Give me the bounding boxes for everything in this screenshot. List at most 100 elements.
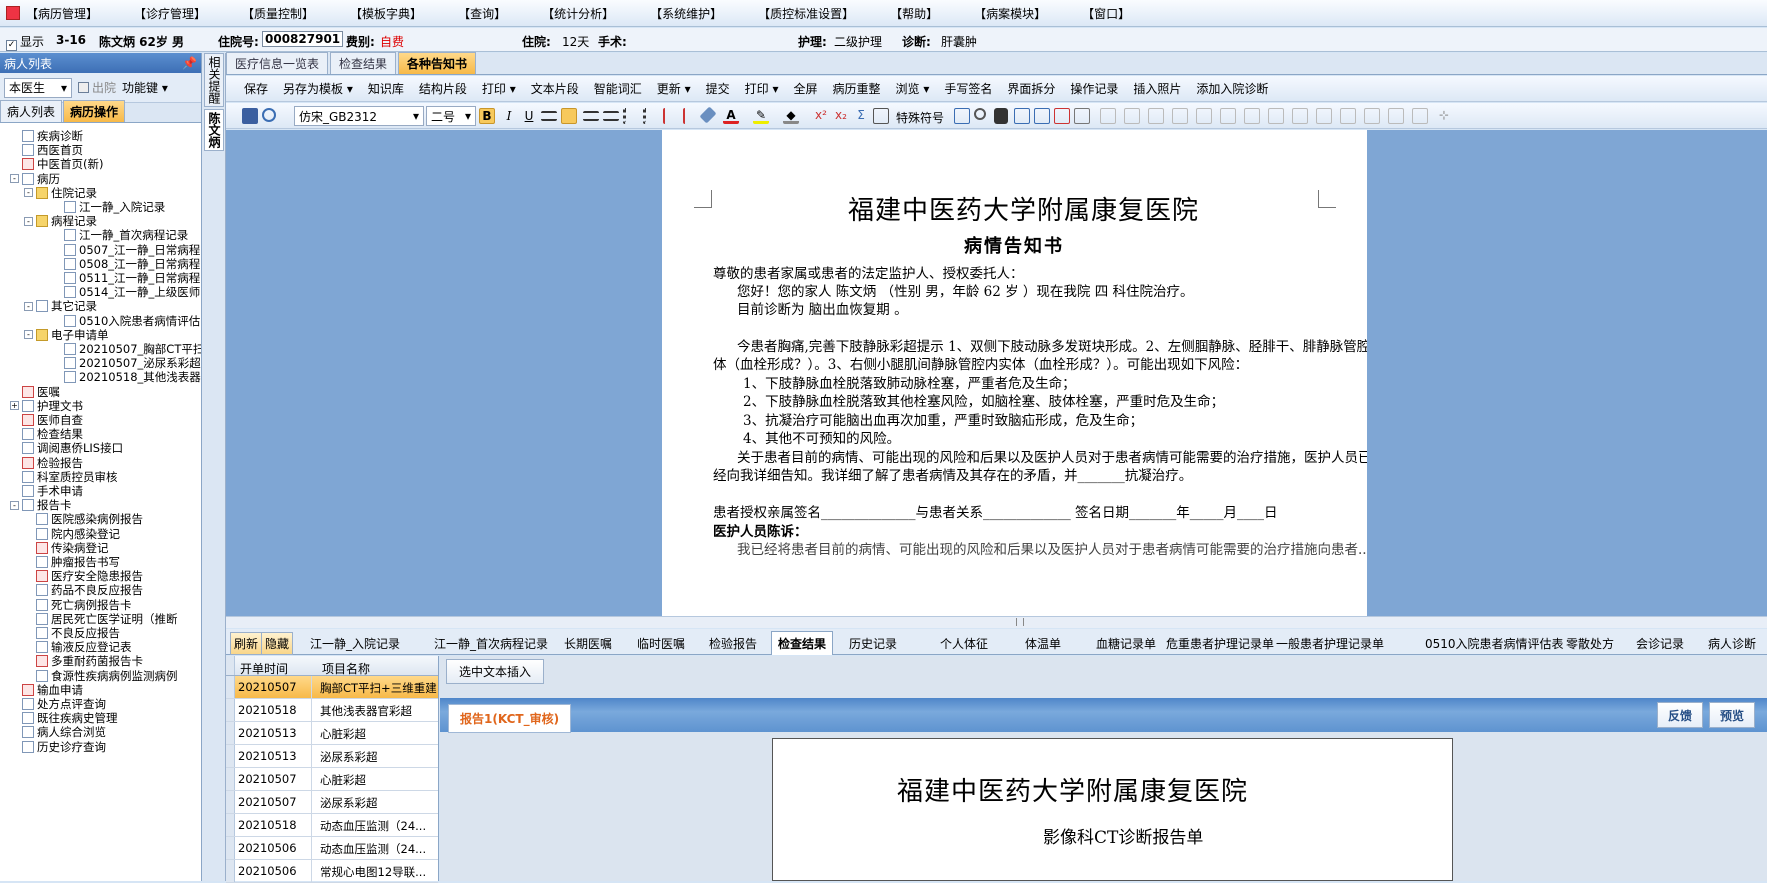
refresh-button[interactable]: 刷新 bbox=[230, 632, 263, 655]
feedback-button[interactable]: 反馈 bbox=[1657, 702, 1704, 728]
print-button[interactable]: 打印 ▾ bbox=[482, 80, 516, 97]
align-center-icon[interactable] bbox=[561, 108, 577, 124]
save-icon[interactable] bbox=[242, 108, 258, 124]
structured-fragment-button[interactable]: 结构片段 bbox=[419, 80, 467, 97]
tree-item[interactable]: 处方点评查询 bbox=[22, 697, 106, 711]
text-fragment-button[interactable]: 文本片段 bbox=[531, 80, 579, 97]
table-row[interactable]: 20210507 泌尿系彩超 bbox=[226, 791, 438, 814]
menu-qc-standard[interactable]: 【质控标准设置】 bbox=[758, 5, 854, 22]
insert-row-above-icon[interactable] bbox=[1220, 108, 1236, 124]
fill-color-icon[interactable]: ◆ bbox=[783, 108, 799, 124]
menu-quality[interactable]: 【质量控制】 bbox=[242, 5, 314, 22]
bottom-tab[interactable]: 病人诊断 bbox=[1708, 635, 1756, 652]
tree-item[interactable]: 医嘱 bbox=[22, 385, 60, 399]
table-resize-icon[interactable] bbox=[1412, 108, 1428, 124]
update-button[interactable]: 更新 ▾ bbox=[657, 80, 691, 97]
italic-icon[interactable]: I bbox=[501, 108, 517, 124]
tree-item[interactable]: 手术申请 bbox=[22, 484, 83, 498]
cell-align-icon[interactable] bbox=[1340, 108, 1356, 124]
tree-item[interactable]: 既往疾病史管理 bbox=[22, 711, 118, 725]
handwritten-signature-button[interactable]: 手写签名 bbox=[944, 80, 992, 97]
tree-item[interactable]: 20210507_泌尿系彩超 bbox=[64, 356, 201, 370]
tree-item[interactable]: 医师自查 bbox=[22, 413, 83, 427]
table-row[interactable]: 20210507 心脏彩超 bbox=[226, 768, 438, 791]
insert-selected-text-button[interactable]: 选中文本插入 bbox=[446, 659, 545, 684]
tree-item[interactable]: 检查结果 bbox=[22, 427, 83, 441]
subscript-icon[interactable]: x₂ bbox=[833, 108, 849, 124]
merge-cells-icon[interactable] bbox=[1148, 108, 1164, 124]
tree-item[interactable]: - 病历 bbox=[10, 172, 60, 186]
table-icon[interactable] bbox=[873, 108, 889, 124]
bottom-tab[interactable]: 检查结果 bbox=[771, 631, 834, 655]
smart-vocab-button[interactable]: 智能词汇 bbox=[594, 80, 642, 97]
table-col-icon[interactable] bbox=[1124, 108, 1140, 124]
tree-item[interactable]: 输血申请 bbox=[22, 683, 83, 697]
print-button-2[interactable]: 打印 ▾ bbox=[745, 80, 779, 97]
tab-medical-overview[interactable]: 医疗信息一览表 bbox=[226, 52, 329, 74]
tree-item[interactable]: 不良反应报告 bbox=[36, 626, 120, 640]
insert-table-icon[interactable] bbox=[1034, 108, 1050, 124]
tab-patient-list[interactable]: 病人列表 bbox=[0, 100, 63, 122]
formula-icon[interactable]: Σ bbox=[853, 108, 869, 124]
collapse-icon[interactable]: - bbox=[10, 174, 19, 184]
tree-item[interactable]: 西医首页 bbox=[22, 143, 83, 157]
preview-button[interactable]: 预览 bbox=[1709, 702, 1756, 728]
font-size-select[interactable]: 二号 ▾ bbox=[426, 106, 476, 126]
collapse-icon[interactable]: - bbox=[24, 301, 33, 311]
table-row[interactable]: 20210513 泌尿系彩超 bbox=[226, 745, 438, 768]
delete-row-icon[interactable] bbox=[1268, 108, 1284, 124]
font-color-icon[interactable]: A bbox=[723, 108, 739, 124]
bold-icon[interactable]: B bbox=[479, 108, 495, 124]
function-key-menu[interactable]: 功能键 ▾ bbox=[122, 79, 168, 96]
bottom-tab[interactable]: 长期医嘱 bbox=[564, 635, 612, 652]
operation-log-button[interactable]: 操作记录 bbox=[1070, 80, 1118, 97]
fullscreen-button[interactable]: 全屏 bbox=[793, 80, 817, 97]
delete-table-icon[interactable] bbox=[1054, 108, 1070, 124]
superscript-icon[interactable]: x² bbox=[813, 108, 829, 124]
tree-item[interactable]: 0514_江一静_上级医师 bbox=[64, 285, 200, 299]
expand-icon[interactable]: + bbox=[10, 401, 19, 411]
hide-button[interactable]: 隐藏 bbox=[261, 632, 294, 655]
bottom-tab[interactable]: 会诊记录 bbox=[1636, 635, 1684, 652]
tree-item[interactable]: - 其它记录 bbox=[24, 299, 97, 313]
tab-report-1[interactable]: 报告1(KCT_审核) bbox=[448, 704, 572, 733]
bottom-tab[interactable]: 个人体征 bbox=[940, 635, 988, 652]
delete-col-icon[interactable] bbox=[1292, 108, 1308, 124]
tree-item[interactable]: 医院感染病例报告 bbox=[36, 512, 143, 526]
table-delete-icon[interactable] bbox=[1388, 108, 1404, 124]
bottom-tab[interactable]: 历史记录 bbox=[849, 635, 897, 652]
save-button[interactable]: 保存 bbox=[244, 80, 268, 97]
knowledge-base-button[interactable]: 知识库 bbox=[368, 80, 404, 97]
show-checkbox[interactable]: ✓ 显示 bbox=[6, 33, 44, 51]
bottom-tab[interactable]: 临时医嘱 bbox=[637, 635, 685, 652]
insert-row-below-icon[interactable] bbox=[1244, 108, 1260, 124]
image-icon[interactable] bbox=[954, 108, 970, 124]
tab-record-operations[interactable]: 病历操作 bbox=[63, 100, 126, 122]
tree-item[interactable]: 中医首页(新) bbox=[22, 157, 103, 171]
find-replace-icon[interactable] bbox=[1014, 108, 1030, 124]
tree-item[interactable]: 调阅惠侨LIS接口 bbox=[22, 441, 123, 455]
collapse-icon[interactable]: - bbox=[10, 500, 19, 510]
menu-window[interactable]: 【窗口】 bbox=[1082, 5, 1130, 22]
tree-item[interactable]: 20210518_其他浅表器 bbox=[64, 370, 201, 384]
bottom-tab[interactable]: 体温单 bbox=[1025, 635, 1061, 652]
tree-item[interactable]: 病人综合浏览 bbox=[22, 725, 106, 739]
bottom-tab[interactable]: 检验报告 bbox=[709, 635, 757, 652]
tree-item[interactable]: 0508_江一静_日常病程 bbox=[64, 257, 200, 271]
tree-item[interactable]: 输液反应登记表 bbox=[36, 640, 132, 654]
split-cells-icon[interactable] bbox=[1172, 108, 1188, 124]
save-as-template-button[interactable]: 另存为模板 ▾ bbox=[283, 80, 353, 97]
bottom-tab[interactable]: 江一静_首次病程记录 bbox=[434, 635, 548, 652]
tree-item[interactable]: - 住院记录 bbox=[24, 186, 97, 200]
collapse-icon[interactable]: - bbox=[24, 188, 33, 198]
bottom-tab[interactable]: 江一静_入院记录 bbox=[310, 635, 400, 652]
search-icon[interactable] bbox=[974, 108, 986, 120]
tree-item[interactable]: + 护理文书 bbox=[10, 399, 83, 413]
tree-item[interactable]: 药品不良反应报告 bbox=[36, 583, 143, 597]
menu-case[interactable]: 【病案模块】 bbox=[974, 5, 1046, 22]
doctor-select[interactable]: 本医生 ▾ bbox=[4, 77, 72, 98]
tree-item[interactable]: 0510入院患者病情评估 bbox=[64, 314, 200, 328]
insert-photo-button[interactable]: 插入照片 bbox=[1133, 80, 1181, 97]
tree-item[interactable]: 江一静_入院记录 bbox=[64, 200, 165, 214]
tree-item[interactable]: 江一静_首次病程记录 bbox=[64, 228, 188, 242]
